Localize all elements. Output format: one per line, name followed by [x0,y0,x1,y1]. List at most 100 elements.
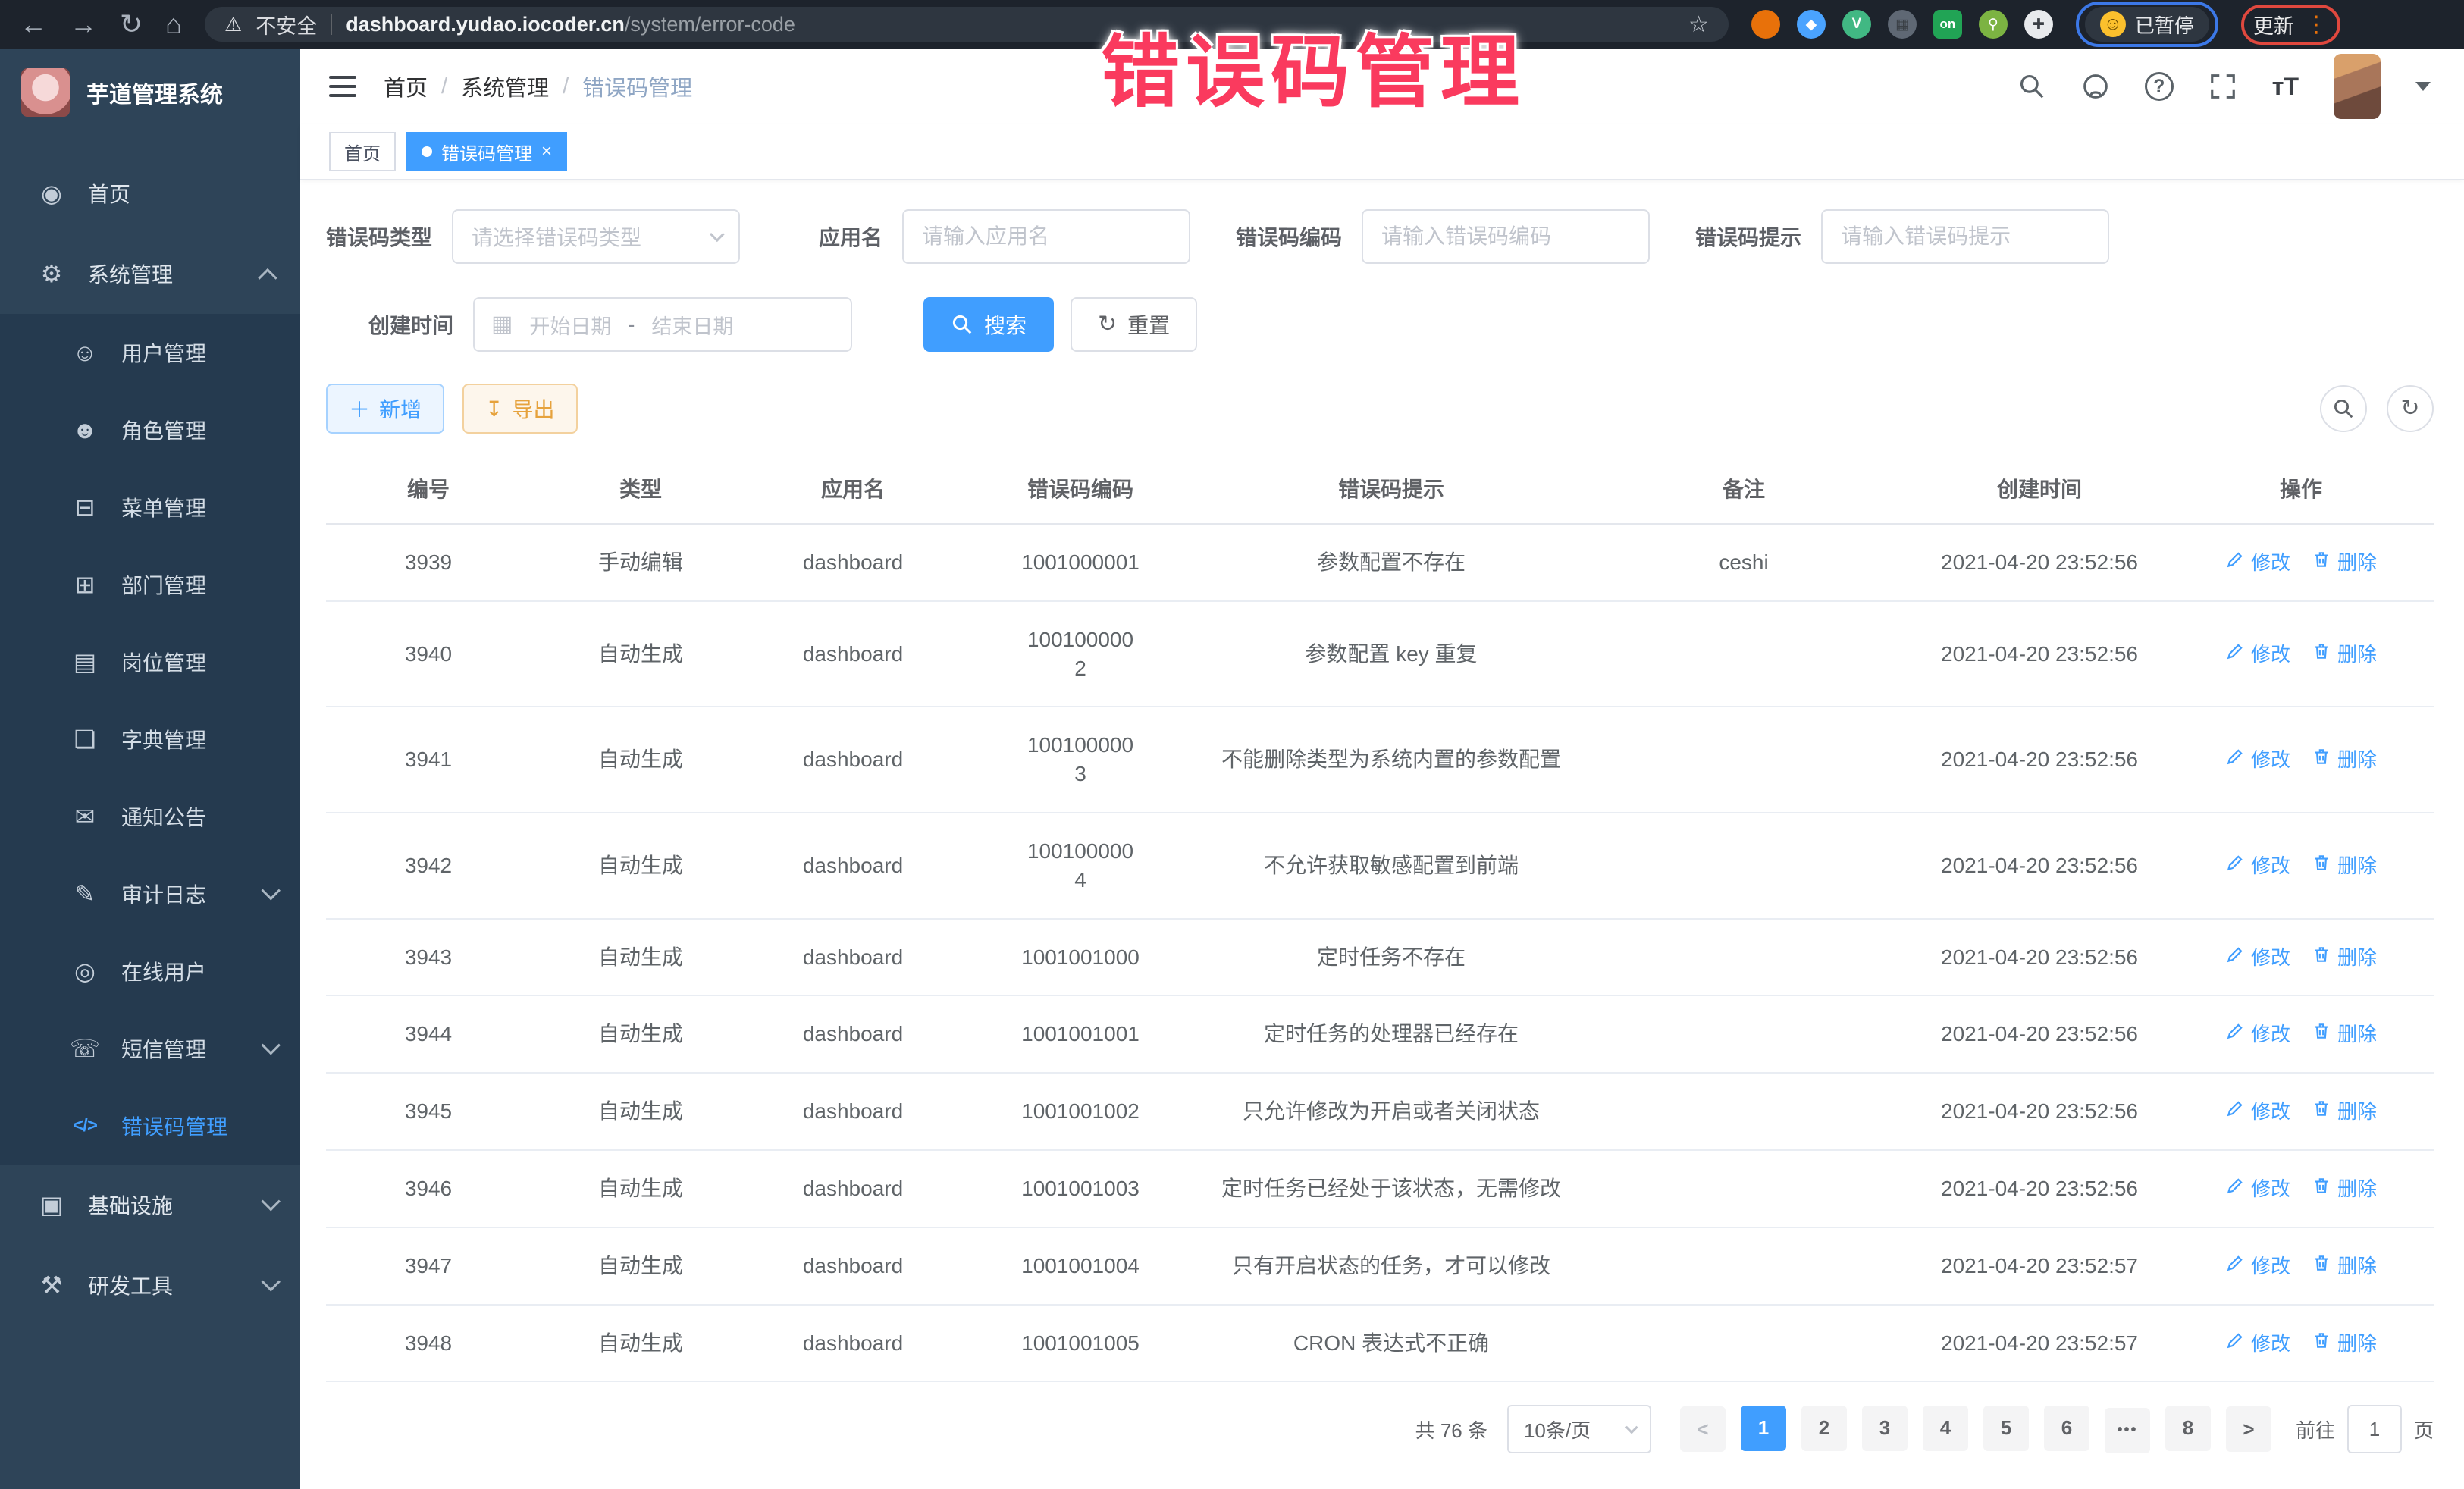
page-button-8[interactable]: 8 [2165,1406,2211,1451]
edit-link[interactable]: 修改 [2225,1176,2290,1202]
edit-link[interactable]: 修改 [2225,641,2290,668]
edit-link[interactable]: 修改 [2225,1331,2290,1357]
delete-link[interactable]: 删除 [2312,945,2377,971]
sidebar-item-dept[interactable]: ⊞部门管理 [0,546,300,623]
delete-link[interactable]: 删除 [2312,853,2377,879]
orange-ring-extension-icon[interactable] [1751,10,1780,39]
export-button[interactable]: ↧ 导出 [462,384,577,434]
delete-link[interactable]: 删除 [2312,641,2377,668]
sidebar-item-home[interactable]: ◉首页 [0,153,300,234]
sidebar-item-dev-tools[interactable]: ⚒研发工具 [0,1245,300,1325]
browser-back-icon[interactable]: ← [20,11,47,38]
browser-menu-kebab-icon[interactable]: ⋮ [2305,11,2328,38]
search-button[interactable]: 搜索 [923,297,1054,352]
profile-paused-badge[interactable]: ☺ 已暂停 [2085,7,2209,42]
avatar-caret-icon[interactable] [2415,82,2431,91]
sidebar-item-dict[interactable]: ❏字典管理 [0,701,300,778]
goto-page-input[interactable] [2347,1405,2402,1453]
cell-code: 1001001005 [955,1305,1205,1382]
edit-link[interactable]: 修改 [2225,945,2290,971]
cell-type: 自动生成 [531,995,751,1073]
grid-extension-icon[interactable]: ▦ [1888,10,1917,39]
browser-forward-icon[interactable]: → [70,11,97,38]
edit-pencil-icon [2225,641,2245,668]
sidebar-logo-row[interactable]: 芋道管理系统 [0,49,300,136]
delete-link[interactable]: 删除 [2312,1253,2377,1280]
avatar[interactable] [2334,54,2381,119]
edit-link[interactable]: 修改 [2225,550,2290,576]
page-ellipsis[interactable]: ••• [2105,1408,2150,1453]
edit-link[interactable]: 修改 [2225,1253,2290,1280]
puzzle-extension-icon[interactable]: ✚ [2024,10,2053,39]
browser-update-button[interactable]: 更新 [2253,10,2294,39]
app-name-input[interactable] [902,209,1190,264]
delete-link[interactable]: 删除 [2312,550,2377,576]
column-header: 应用名 [751,453,955,524]
sidebar-item-online-user[interactable]: ◎在线用户 [0,933,300,1010]
chevron-down-icon [1625,1422,1638,1434]
page-button-2[interactable]: 2 [1801,1406,1847,1451]
sidebar: 芋道管理系统 ◉首页⚙系统管理☺用户管理☻角色管理⊟菜单管理⊞部门管理▤岗位管理… [0,49,300,1489]
sidebar-item-label: 字典管理 [121,724,206,754]
edit-link[interactable]: 修改 [2225,1021,2290,1048]
breadcrumb-item[interactable]: 系统管理 [461,71,549,102]
delete-link[interactable]: 删除 [2312,1099,2377,1125]
bookmark-star-icon[interactable]: ☆ [1688,11,1709,38]
delete-link[interactable]: 删除 [2312,1176,2377,1202]
breadcrumb-item[interactable]: 首页 [384,71,428,102]
github-icon[interactable] [2081,72,2110,101]
tag-close-icon[interactable]: × [541,143,552,161]
edit-link[interactable]: 修改 [2225,1099,2290,1125]
key-extension-icon[interactable]: ⚲ [1979,10,2008,39]
edit-link[interactable]: 修改 [2225,747,2290,773]
vue-devtools-extension-icon[interactable]: V [1842,10,1871,39]
sidebar-item-system[interactable]: ⚙系统管理 [0,234,300,314]
sidebar-item-user[interactable]: ☺用户管理 [0,314,300,391]
sidebar-item-sms[interactable]: ☏短信管理 [0,1010,300,1087]
edit-link[interactable]: 修改 [2225,853,2290,879]
sidebar-item-error-code[interactable]: </>错误码管理 [0,1087,300,1165]
add-button[interactable]: ＋ 新增 [326,384,444,434]
page-button-5[interactable]: 5 [1983,1406,2029,1451]
search-icon[interactable] [2017,72,2046,101]
docs-help-icon[interactable]: ? [2145,72,2174,101]
blue-gem-extension-icon[interactable]: ◆ [1797,10,1826,39]
browser-home-icon[interactable]: ⌂ [165,11,182,38]
sidebar-item-audit-log[interactable]: ✎审计日志 [0,855,300,933]
sidebar-item-infra[interactable]: ▣基础设施 [0,1165,300,1245]
toggle-search-button[interactable] [2320,385,2367,432]
error-message-input[interactable] [1821,209,2109,264]
delete-link[interactable]: 删除 [2312,1331,2377,1357]
tab-error-code[interactable]: 错误码管理× [406,132,567,171]
page-button-1[interactable]: 1 [1741,1406,1786,1451]
sidebar-item-menu[interactable]: ⊟菜单管理 [0,469,300,546]
date-range-picker[interactable]: ▦ 开始日期 - 结束日期 [473,297,852,352]
cell-type: 手动编辑 [531,524,751,601]
fullscreen-icon[interactable] [2209,72,2237,101]
font-size-icon[interactable]: тT [2272,73,2299,101]
refresh-table-button[interactable]: ↻ [2387,385,2434,432]
switch-on-extension-icon[interactable]: on [1933,10,1962,39]
sidebar-item-role[interactable]: ☻角色管理 [0,391,300,469]
total-count-label: 共 76 条 [1415,1415,1487,1444]
prev-page-button[interactable]: < [1680,1406,1726,1452]
page-button-4[interactable]: 4 [1923,1406,1968,1451]
reset-button[interactable]: ↻ 重置 [1071,297,1197,352]
pagination: 共 76 条 10条/页 < 123456•••8 > 前往 页 [326,1405,2434,1453]
error-type-select[interactable]: 请选择错误码类型 [452,209,740,264]
error-code-input[interactable] [1362,209,1650,264]
dashboard-icon: ◉ [33,179,70,208]
delete-link[interactable]: 删除 [2312,747,2377,773]
delete-link[interactable]: 删除 [2312,1021,2377,1048]
next-page-button[interactable]: > [2226,1406,2271,1452]
hamburger-icon[interactable] [329,76,356,97]
browser-refresh-icon[interactable]: ↻ [120,11,143,38]
page-size-select[interactable]: 10条/页 [1507,1405,1651,1453]
page-button-6[interactable]: 6 [2044,1406,2089,1451]
sidebar-item-notice[interactable]: ✉通知公告 [0,778,300,855]
page-button-3[interactable]: 3 [1862,1406,1908,1451]
sidebar-item-post[interactable]: ▤岗位管理 [0,623,300,701]
page-content: 错误码类型 请选择错误码类型 应用名 错误码编码 错误码提示 [300,180,2464,1489]
tab-home[interactable]: 首页 [329,132,396,171]
code-icon: </> [67,1115,103,1136]
